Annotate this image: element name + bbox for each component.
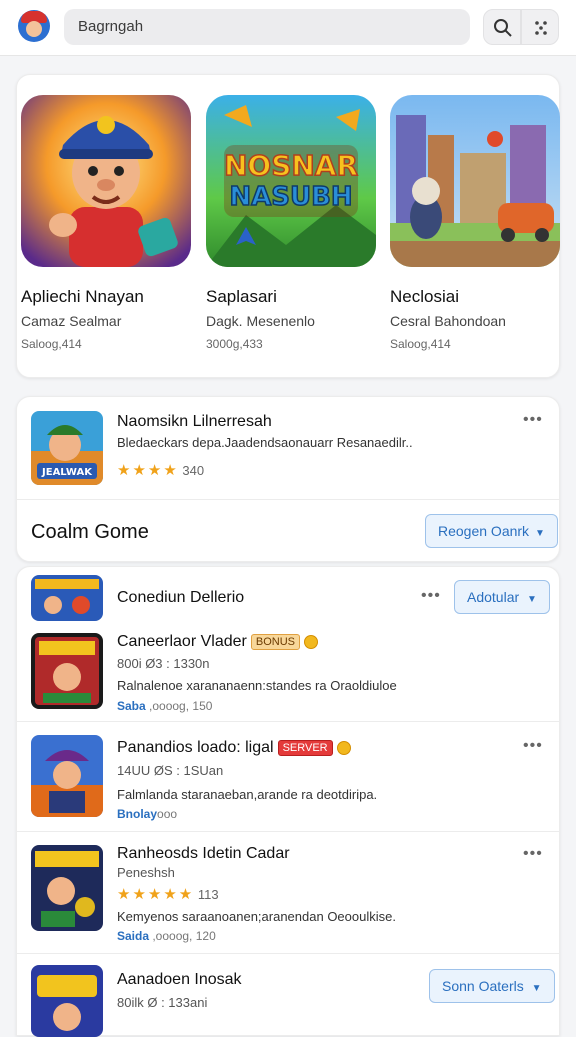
list-item-rating: ★★★★★ 113 [117, 885, 219, 903]
list-header-button[interactable]: Adotular ▼ [454, 580, 550, 614]
search-button[interactable] [483, 9, 521, 45]
search-input[interactable]: Bagrngah [64, 9, 470, 45]
section-button[interactable]: Reogen Oanrk ▼ [425, 514, 558, 548]
list-item-button-label: Sonn Oaterls [442, 978, 524, 994]
featured-item[interactable]: NOSNAR NASUBH Saplasari Dagk. Mesenenlo … [206, 95, 378, 351]
section-title: Coalm Gome [31, 521, 149, 543]
featured-title[interactable]: Apliechi Nnayan [21, 287, 193, 307]
list-item-title[interactable]: Caneerlaor Vlader BONUS [117, 633, 318, 651]
divider [17, 721, 559, 722]
highlight-thumbnail[interactable]: JEALWAK [31, 411, 103, 485]
featured-logo-line2: NASUBH [229, 182, 352, 212]
list-item-description: Falmlanda staranaeban,arande ra deotdiri… [117, 787, 378, 802]
featured-item[interactable]: Neclosiai Cesral Bahondoan Saloog,414 [390, 95, 562, 351]
featured-item[interactable]: Apliechi Nnayan Camaz Sealmar Saloog,414 [21, 95, 193, 351]
list-item-thumbnail[interactable] [31, 965, 103, 1037]
list-item-subtitle: 800i Ø3 : 1330n [117, 656, 210, 671]
featured-subtitle: Dagk. Mesenenlo [206, 313, 315, 329]
featured-title[interactable]: Saplasari [206, 287, 378, 307]
scan-button[interactable] [521, 9, 559, 45]
list-header-title[interactable]: Conediun Dellerio [117, 589, 244, 607]
highlight-thumbnail-text: JEALWAK [41, 467, 93, 478]
featured-meta: Saloog,414 [21, 337, 82, 351]
list-item-subtitle: 14UU ØS : 1SUan [117, 763, 224, 778]
list-item-title[interactable]: Ranheosds Idetin Cadar [117, 845, 290, 863]
scan-icon [535, 21, 547, 35]
chevron-down-icon: ▼ [527, 594, 537, 605]
search-icon [494, 19, 512, 37]
list-item-description: Kemyenos saraanoanen;aranendan Oeooulkis… [117, 909, 396, 924]
list-item-title[interactable]: Aanadoen Inosak [117, 971, 242, 989]
more-options-icon[interactable]: ••• [523, 845, 543, 863]
list-item-thumbnail[interactable] [31, 633, 103, 709]
featured-meta: Saloog,414 [390, 337, 451, 351]
list-header-thumbnail[interactable] [31, 575, 103, 621]
more-options-icon[interactable]: ••• [421, 587, 441, 605]
featured-title[interactable]: Neclosiai [390, 287, 562, 307]
featured-subtitle: Camaz Sealmar [21, 313, 122, 329]
list-item-title[interactable]: Panandios loado: ligal SERVER [117, 739, 351, 757]
rating-count: 113 [197, 887, 219, 902]
coin-icon [303, 634, 318, 649]
section-button-label: Reogen Oanrk [438, 523, 530, 539]
list-item-thumbnail[interactable] [31, 845, 103, 931]
divider [17, 953, 559, 954]
rating-stars: ★★★★★ [117, 886, 195, 903]
divider [17, 499, 559, 500]
list-card: Conediun Dellerio ••• Adotular ▼ Caneerl… [16, 566, 560, 1037]
chevron-down-icon: ▼ [534, 528, 545, 539]
list-item-description: Ralnalenoe xarananaenn:standes ra Oraold… [117, 678, 397, 693]
highlight-description: Bledaeckars depa.Jaadendsaonauarr Resana… [117, 435, 413, 450]
list-item-meta: Saida ,oooog, 120 [117, 929, 216, 943]
list-item-subtitle: 80ilk Ø : 133ani [117, 995, 208, 1010]
rating-stars: ★★★★ [117, 462, 179, 479]
highlight-card: JEALWAK Naomsikn Lilnerresah Bledaeckars… [16, 396, 560, 562]
featured-meta: 3000g,433 [206, 337, 263, 351]
list-item-tag: SERVER [277, 739, 333, 756]
highlight-title[interactable]: Naomsikn Lilnerresah [117, 413, 272, 431]
list-item-tag: BONUS [250, 633, 300, 650]
highlight-rating: ★★★★ 340 [117, 461, 204, 479]
list-item-subtitle: Peneshsh [117, 865, 175, 880]
list-item-button[interactable]: Sonn Oaterls ▼ [429, 969, 555, 1003]
featured-image[interactable] [390, 95, 560, 267]
featured-subtitle: Cesral Bahondoan [390, 313, 506, 329]
rating-count: 340 [182, 463, 205, 478]
top-bar: Bagrngah [0, 0, 576, 56]
avatar[interactable] [18, 10, 50, 42]
chevron-down-icon: ▼ [531, 983, 542, 994]
coin-icon [336, 740, 351, 755]
list-header-button-label: Adotular [467, 589, 520, 605]
avatar-face [26, 21, 42, 37]
list-item-meta: Saba ,oooog, 150 [117, 699, 213, 713]
featured-card: Apliechi Nnayan Camaz Sealmar Saloog,414… [16, 74, 560, 378]
featured-logo-line1: NOSNAR [224, 149, 358, 182]
featured-image[interactable] [21, 95, 191, 267]
divider [17, 831, 559, 832]
featured-image[interactable]: NOSNAR NASUBH [206, 95, 376, 267]
list-item-meta: Bnolayooo [117, 807, 178, 821]
more-options-icon[interactable]: ••• [523, 737, 543, 755]
list-item-thumbnail[interactable] [31, 735, 103, 817]
more-options-icon[interactable]: ••• [523, 411, 543, 429]
